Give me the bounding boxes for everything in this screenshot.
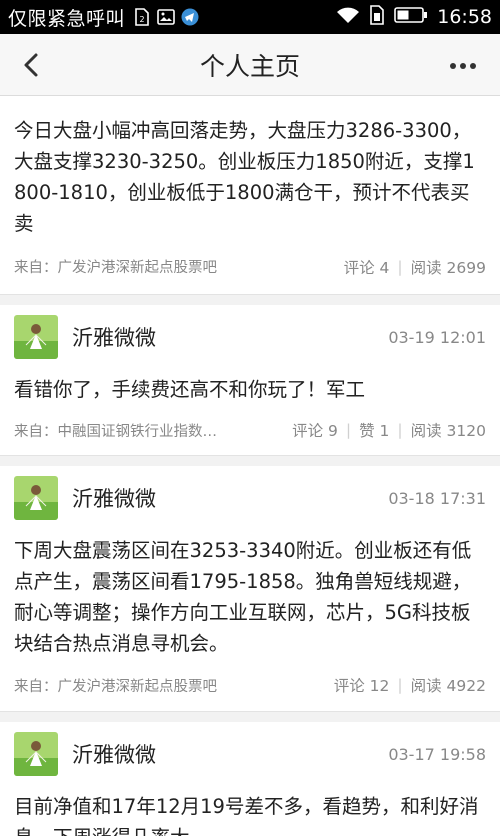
avatar[interactable]: [14, 476, 58, 520]
clock: 16:58: [437, 6, 492, 28]
battery-icon: [394, 6, 428, 28]
stat-divider: |: [397, 257, 403, 276]
more-dots-icon: [450, 63, 476, 69]
post-source[interactable]: 来自：广发沪港深新起点股票吧: [14, 256, 344, 277]
post-stats: 评论 9 | 赞 1 | 阅读 3120: [292, 419, 486, 441]
username[interactable]: 沂雅微微: [72, 483, 156, 513]
post-body: 今日大盘小幅冲高回落走势，大盘压力3286-3300，大盘支撑3230-3250…: [14, 119, 475, 235]
post-feed: 今日大盘小幅冲高回落走势，大盘压力3286-3300，大盘支撑3230-3250…: [0, 96, 500, 836]
page-title: 个人主页: [199, 51, 300, 81]
post-date: 03-18 17:31: [388, 488, 486, 508]
telegram-icon: [181, 8, 199, 26]
image-icon: [157, 8, 175, 26]
post-body: 下周大盘震荡区间在3253-3340附近。创业板还有低点产生，震荡区间看1795…: [14, 539, 472, 655]
system-icons: 16:58: [336, 5, 492, 29]
username[interactable]: 沂雅微微: [72, 739, 156, 769]
post-stats: 评论 12 | 阅读 4922: [334, 674, 486, 696]
post-card[interactable]: 沂雅微微 03-17 19:58 目前净值和17年12月19号差不多，看趋势，和…: [0, 722, 500, 836]
post-date: 03-17 19:58: [388, 744, 486, 764]
post-stats: 评论 4 | 阅读 2699: [344, 256, 486, 278]
avatar[interactable]: [14, 315, 58, 359]
carrier-label: 仅限紧急呼叫: [8, 7, 126, 30]
comment-count[interactable]: 评论 12: [334, 674, 390, 696]
sim-icon: 2: [133, 8, 151, 26]
post-body: 目前净值和17年12月19号差不多，看趋势，和利好消息，下周涨得几率大: [14, 795, 479, 836]
like-count[interactable]: 赞 1: [359, 419, 389, 441]
stat-divider: |: [397, 421, 403, 439]
avatar[interactable]: [14, 732, 58, 776]
status-bar: 仅限紧急呼叫 2 16:58: [0, 0, 500, 34]
read-count: 阅读 4922: [410, 677, 486, 695]
read-count: 阅读 3120: [410, 422, 486, 440]
post-date: 03-19 12:01: [388, 327, 486, 347]
post-card[interactable]: 沂雅微微 03-19 12:01 看错你了，手续费还高不和你玩了！军工 来自：中…: [0, 305, 500, 456]
comment-count[interactable]: 评论 9: [292, 419, 338, 441]
more-button[interactable]: [446, 49, 480, 83]
back-button[interactable]: [14, 48, 48, 82]
username[interactable]: 沂雅微微: [72, 322, 156, 352]
wifi-icon: [336, 6, 360, 28]
stat-divider: |: [397, 676, 403, 694]
notification-icons: 2: [133, 8, 199, 26]
read-count: 阅读 2699: [410, 258, 486, 277]
post-meta: 来自：中融国证钢铁行业指数… 评论 9 | 赞 1 | 阅读 3120: [0, 405, 500, 455]
post-meta: 来自：广发沪港深新起点股票吧 评论 12 | 阅读 4922: [0, 659, 500, 711]
post-meta: 来自：广发沪港深新起点股票吧 评论 4 | 阅读 2699: [0, 239, 500, 294]
post-source[interactable]: 来自：广发沪港深新起点股票吧: [14, 675, 334, 696]
nav-bar: 个人主页: [0, 34, 500, 96]
post-header: 沂雅微微 03-18 17:31: [0, 466, 500, 530]
stat-divider: |: [345, 421, 352, 439]
post-header: 沂雅微微 03-19 12:01: [0, 305, 500, 369]
post-body: 看错你了，手续费还高不和你玩了！军工: [14, 378, 366, 401]
comment-count[interactable]: 评论 4: [344, 256, 390, 278]
post-source[interactable]: 来自：中融国证钢铁行业指数…: [14, 420, 292, 441]
post-header: 沂雅微微 03-17 19:58: [0, 722, 500, 786]
svg-text:2: 2: [139, 15, 144, 24]
sim-card-icon: [369, 5, 385, 29]
post-card[interactable]: 沂雅微微 03-18 17:31 下周大盘震荡区间在3253-3340附近。创业…: [0, 466, 500, 712]
post-card[interactable]: 今日大盘小幅冲高回落走势，大盘压力3286-3300，大盘支撑3230-3250…: [0, 96, 500, 295]
chevron-left-icon: [24, 53, 38, 77]
